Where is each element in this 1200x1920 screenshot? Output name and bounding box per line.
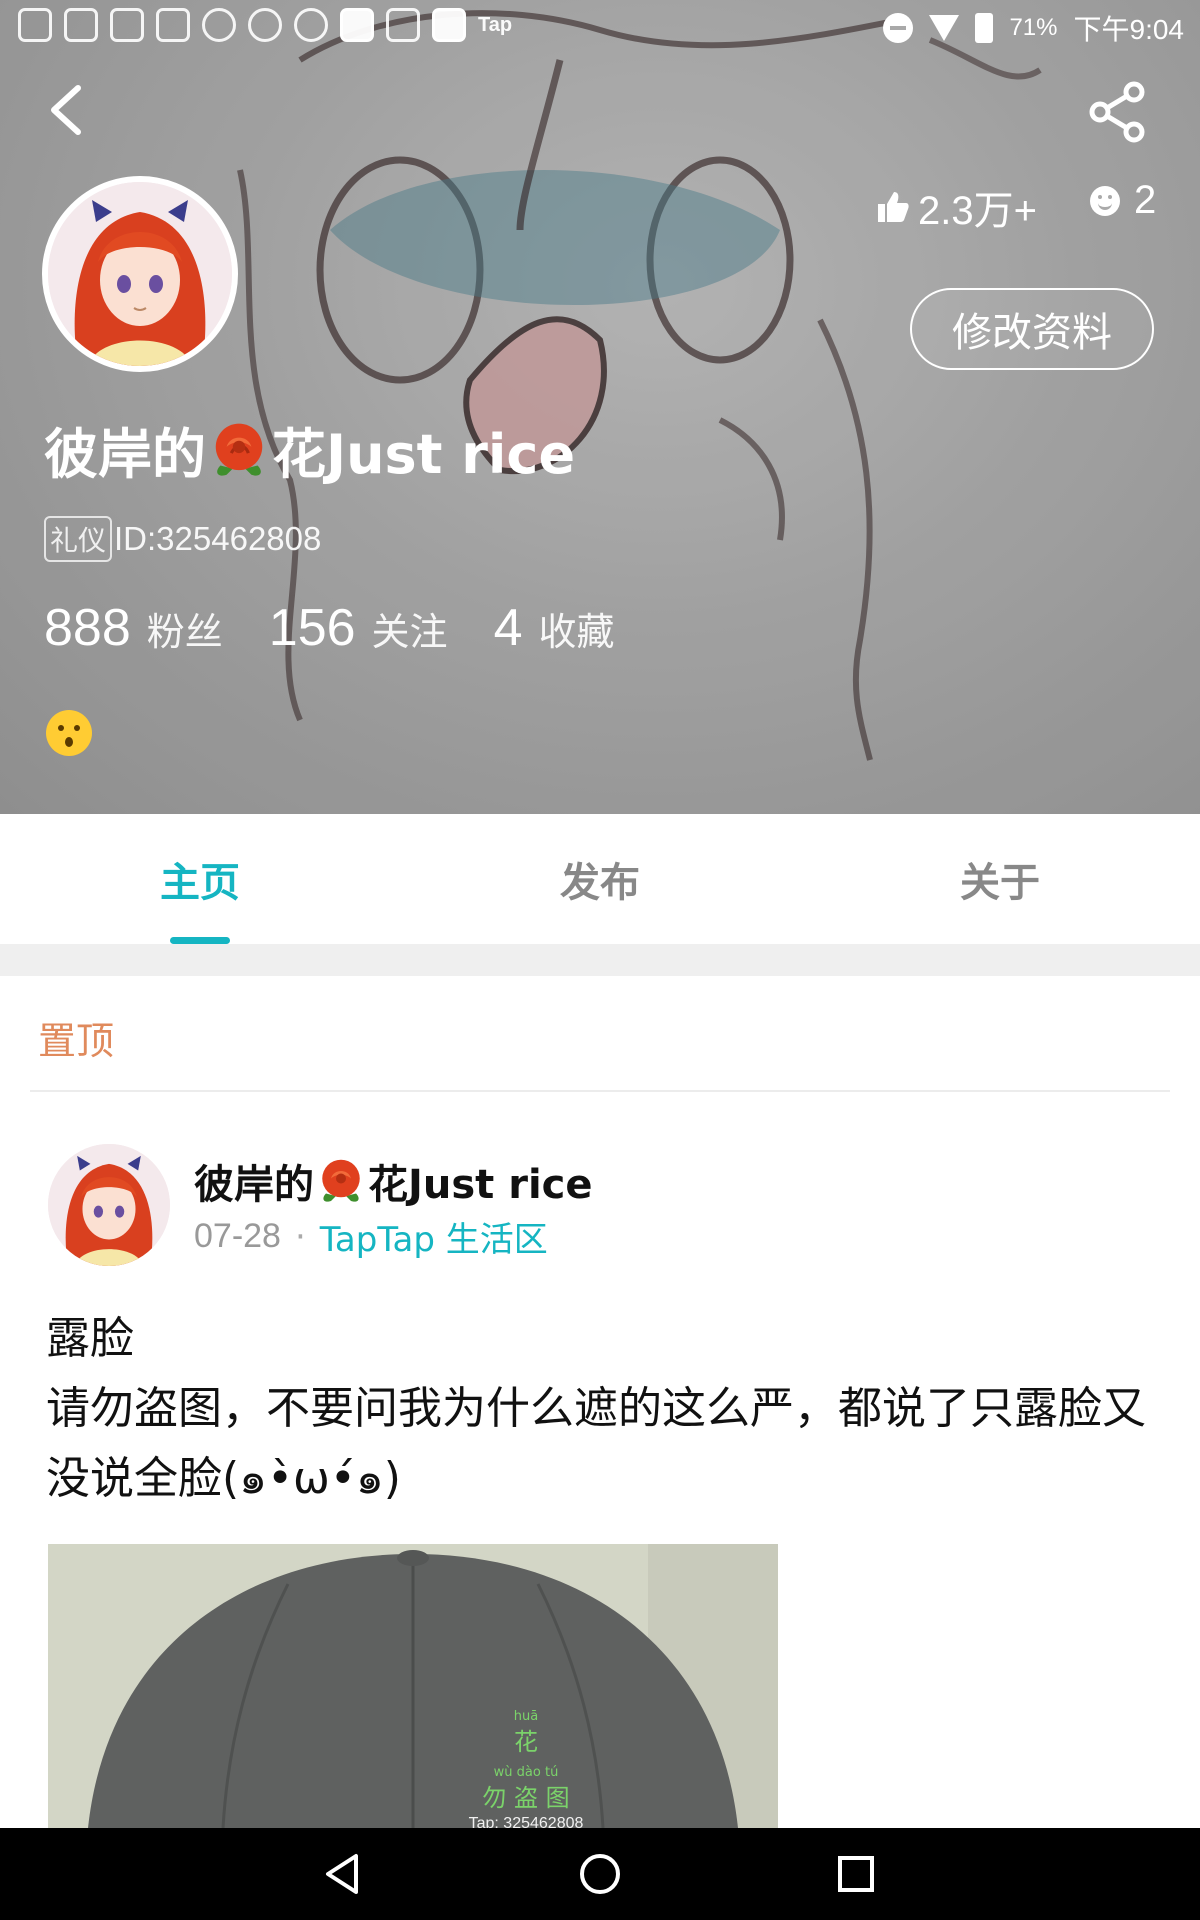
profile-counts: 888 粉丝 156 关注 4 收藏 xyxy=(44,598,661,658)
post-image[interactable]: huā 花 wù dào tú 勿 盗 图 Tap: 325462808 xyxy=(48,1544,778,1828)
watermark-chars-bottom: 勿 盗 图 xyxy=(482,1784,569,1812)
system-navigation-bar xyxy=(0,1828,1200,1920)
etiquette-badge[interactable]: 礼仪 xyxy=(44,516,113,562)
profile-tabs: 主页 发布 关于 xyxy=(0,814,1200,944)
post-author-name[interactable]: 彼岸的 花Just rice xyxy=(194,1152,593,1210)
section-separator xyxy=(0,944,1200,976)
watermark-tap-id: Tap: 325462808 xyxy=(469,1815,584,1828)
battery-percent: 71% xyxy=(1009,14,1058,41)
anime-girl-avatar-image xyxy=(48,1144,170,1266)
nav-recents-icon[interactable] xyxy=(830,1848,882,1900)
do-not-disturb-icon xyxy=(883,13,914,43)
watermark-pinyin-bottom: wù dào tú xyxy=(494,1765,559,1780)
status-bar: Tap 71% 下午9:04 xyxy=(0,0,1200,56)
pinned-section: 置顶 xyxy=(0,976,1200,1092)
plus-notification-icon xyxy=(294,8,328,42)
meta-separator: · xyxy=(294,1216,306,1257)
nav-home-icon[interactable] xyxy=(574,1848,626,1900)
profile-username: 彼岸的 花Just rice xyxy=(44,410,575,489)
username-suffix: 花Just rice xyxy=(272,423,576,486)
pinned-label: 置顶 xyxy=(38,1019,115,1063)
app-notification-icon xyxy=(432,8,466,42)
header-overlay xyxy=(0,0,1200,814)
post-title: 露脸 xyxy=(46,1313,134,1364)
mail-notification-icon xyxy=(110,8,144,42)
mood-stat[interactable]: 2 xyxy=(1090,178,1156,223)
clock: 下午9:04 xyxy=(1073,14,1185,45)
avatar[interactable] xyxy=(42,176,238,372)
plus-notification-icon xyxy=(202,8,236,42)
profile-header: Tap 71% 下午9:04 2.3万+ 2 修改资料 彼岸的 花Just ri… xyxy=(0,0,1200,814)
tab-posts[interactable]: 发布 xyxy=(400,814,800,944)
anime-girl-avatar-image xyxy=(48,182,232,366)
post-date: 07-28 xyxy=(194,1217,281,1255)
pinned-post[interactable]: 彼岸的 花Just rice 07-28 · TapTap 生活区 露脸 请勿盗… xyxy=(0,1092,1200,1828)
post-meta: 07-28 · TapTap 生活区 xyxy=(194,1212,548,1261)
status-right: 71% 下午9:04 xyxy=(883,8,1184,48)
rose-icon xyxy=(322,1159,360,1202)
tab-about[interactable]: 关于 xyxy=(800,814,1200,944)
post-author-avatar[interactable] xyxy=(48,1144,170,1266)
back-icon[interactable] xyxy=(40,80,100,140)
likes-count: 2.3万+ xyxy=(918,189,1037,233)
notification-icons: Tap xyxy=(18,8,512,42)
nav-back-icon[interactable] xyxy=(318,1848,370,1900)
paw-notification-icon xyxy=(18,8,52,42)
kissing-face-icon xyxy=(46,710,92,756)
favorites-count[interactable]: 4 xyxy=(494,598,523,658)
user-id: ID:325462808 xyxy=(114,520,322,557)
watermark-pinyin-top: huā xyxy=(514,1709,538,1724)
paw-notification-icon xyxy=(64,8,98,42)
post-body: 请勿盗图，不要问我为什么遮的这么严，都说了只露脸又没说全脸(๑•̀ω•́๑) xyxy=(46,1383,1146,1504)
cap-photo: huā 花 wù dào tú 勿 盗 图 Tap: 325462808 xyxy=(48,1544,778,1828)
tab-home[interactable]: 主页 xyxy=(0,814,400,944)
followers-count[interactable]: 888 xyxy=(44,598,131,658)
author-suffix: 花Just rice xyxy=(368,1162,593,1208)
user-id-line: 礼仪 ID:325462808 xyxy=(44,516,321,562)
tap-notification-label: Tap xyxy=(478,13,513,36)
following-label[interactable]: 关注 xyxy=(372,601,448,656)
post-forum-link[interactable]: TapTap 生活区 xyxy=(320,1212,548,1261)
likes-stat[interactable]: 2.3万+ xyxy=(876,178,1037,236)
signal-icon xyxy=(929,15,960,41)
following-count[interactable]: 156 xyxy=(269,598,356,658)
image-notification-icon xyxy=(386,8,420,42)
game-notification-icon xyxy=(248,8,282,42)
smile-icon xyxy=(1090,185,1120,216)
thumbs-up-icon xyxy=(878,192,909,222)
edit-profile-button[interactable]: 修改资料 xyxy=(910,288,1154,370)
watermark-char-top: 花 xyxy=(514,1728,538,1756)
battery-icon xyxy=(975,13,994,43)
rose-icon xyxy=(215,423,263,476)
author-prefix: 彼岸的 xyxy=(194,1162,314,1208)
mail-notification-icon xyxy=(156,8,190,42)
mood-count: 2 xyxy=(1134,178,1157,222)
favorites-label[interactable]: 收藏 xyxy=(538,601,614,656)
share-icon[interactable] xyxy=(1086,80,1150,144)
app-notification-icon xyxy=(340,8,374,42)
followers-label[interactable]: 粉丝 xyxy=(147,601,223,656)
username-prefix: 彼岸的 xyxy=(44,423,206,486)
